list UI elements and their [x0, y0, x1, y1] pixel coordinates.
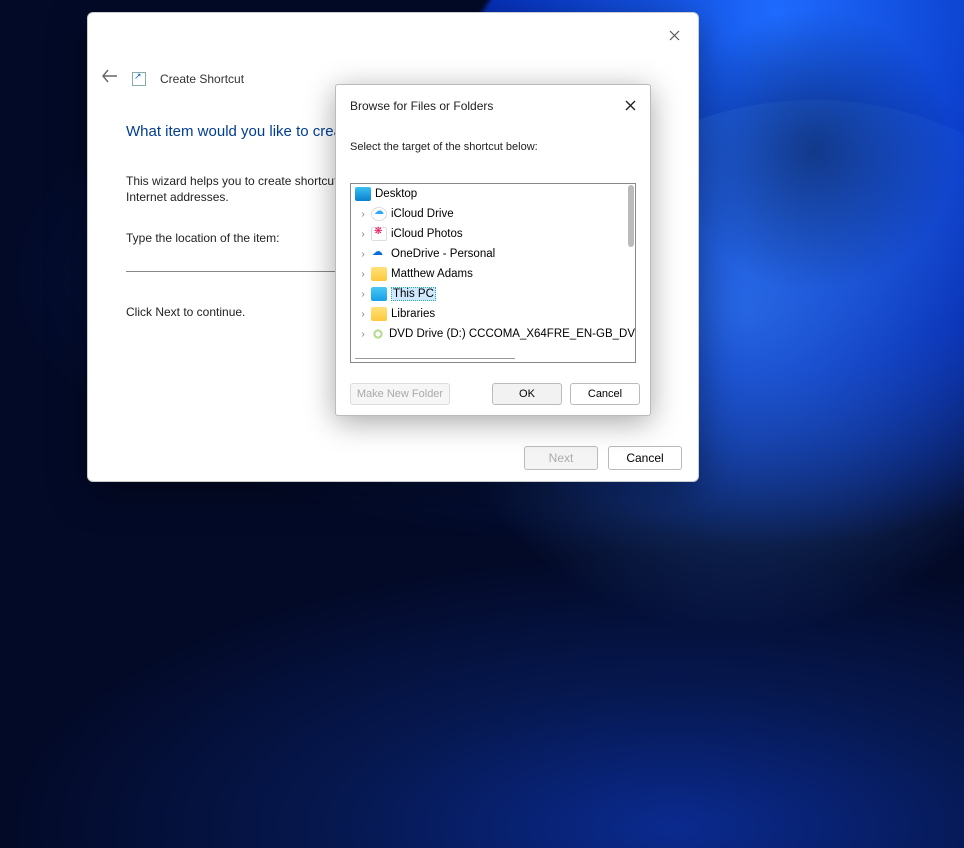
folder-tree[interactable]: Desktop › iCloud Drive › iCloud Photos › OneDr…: [350, 183, 636, 363]
tree-item-label: Desktop: [375, 188, 417, 200]
browse-footer: Make New Folder OK Cancel: [336, 373, 650, 415]
desktop-icon: [355, 187, 371, 201]
chevron-right-icon: ›: [357, 289, 369, 300]
onedrive-icon: [371, 247, 387, 261]
chevron-right-icon: ›: [357, 309, 369, 320]
tree-item-label: Libraries: [391, 308, 435, 320]
tree-item-label: iCloud Photos: [391, 228, 463, 240]
dvd-icon: [371, 327, 385, 341]
tree-item[interactable]: › iCloud Drive: [351, 204, 635, 224]
tree-item-label: OneDrive - Personal: [391, 248, 495, 260]
ok-button[interactable]: OK: [492, 383, 562, 405]
tree-item-label: This PC: [391, 287, 436, 301]
chevron-right-icon: ›: [357, 329, 369, 340]
tree-root-desktop[interactable]: Desktop: [351, 184, 635, 204]
chevron-right-icon: ›: [357, 249, 369, 260]
next-button[interactable]: Next: [524, 446, 598, 470]
tree-item[interactable]: › OneDrive - Personal: [351, 244, 635, 264]
photos-icon: [371, 227, 387, 241]
wizard-title: Create Shortcut: [160, 72, 244, 86]
cancel-button[interactable]: Cancel: [608, 446, 682, 470]
tree-item[interactable]: › This PC: [351, 284, 635, 304]
tree-item-label: DVD Drive (D:) CCCOMA_X64FRE_EN-GB_DV: [389, 328, 635, 340]
tree-item-label: iCloud Drive: [391, 208, 454, 220]
folder-icon: [371, 307, 387, 321]
folder-icon: [371, 267, 387, 281]
tree-item[interactable]: › Matthew Adams: [351, 264, 635, 284]
chevron-right-icon: ›: [357, 269, 369, 280]
scrollbar[interactable]: [628, 185, 634, 247]
chevron-right-icon: ›: [357, 209, 369, 220]
tree-divider: [355, 358, 515, 359]
pc-icon: [371, 287, 387, 301]
browse-instruction: Select the target of the shortcut below:: [350, 141, 538, 153]
make-new-folder-button[interactable]: Make New Folder: [350, 383, 450, 405]
cloud-icon: [371, 207, 387, 221]
continue-hint: Click Next to continue.: [126, 305, 245, 319]
tree-item[interactable]: › Libraries: [351, 304, 635, 324]
close-button[interactable]: [658, 21, 690, 49]
shortcut-icon: [132, 72, 146, 86]
chevron-right-icon: ›: [357, 229, 369, 240]
browse-cancel-button[interactable]: Cancel: [570, 383, 640, 405]
tree-item[interactable]: › iCloud Photos: [351, 224, 635, 244]
browse-close-button[interactable]: [618, 95, 642, 115]
browse-title: Browse for Files or Folders: [350, 99, 493, 113]
location-label: Type the location of the item:: [126, 231, 279, 245]
back-button[interactable]: [102, 69, 118, 88]
browse-dialog: Browse for Files or Folders Select the t…: [335, 84, 651, 416]
wizard-footer: Next Cancel: [88, 435, 698, 481]
tree-item-label: Matthew Adams: [391, 268, 473, 280]
tree-item[interactable]: › DVD Drive (D:) CCCOMA_X64FRE_EN-GB_DV: [351, 324, 635, 344]
